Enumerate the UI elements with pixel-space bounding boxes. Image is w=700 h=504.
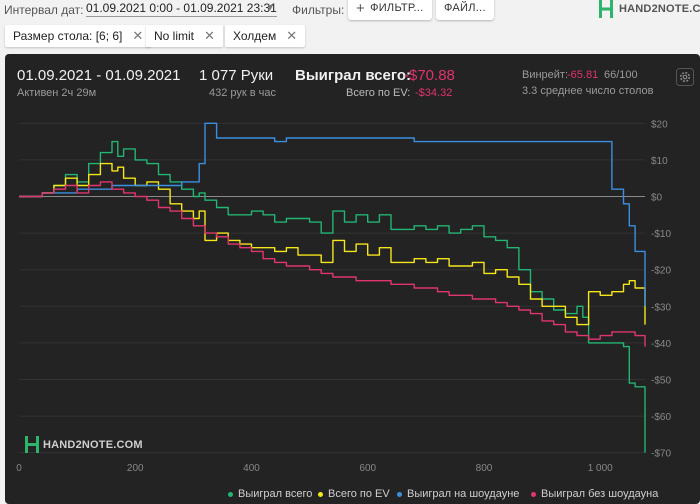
y-tick-label: $10 xyxy=(651,156,668,167)
series-line-0 xyxy=(19,140,646,453)
x-tick-label: 400 xyxy=(243,463,260,474)
legend-item-showdown[interactable]: Выиграл на шоудауне xyxy=(397,488,519,500)
filter-chips: Размер стола: [6; 6] ✕ No limit ✕ Холдем… xyxy=(0,22,700,50)
x-tick-label: 1 000 xyxy=(588,463,613,474)
x-tick-label: 200 xyxy=(127,463,144,474)
y-tick-label: -$70 xyxy=(651,449,671,460)
y-tick-label: -$30 xyxy=(651,302,671,313)
x-tick-label: 800 xyxy=(476,463,493,474)
date-interval-picker[interactable]: 01.09.2021 0:00 - 01.09.2021 23:31 xyxy=(86,1,277,17)
close-icon[interactable]: ✕ xyxy=(286,28,297,44)
results-panel: 01.09.2021 - 01.09.2021 Активен 2ч 29м 1… xyxy=(5,54,700,504)
y-tick-label: $20 xyxy=(651,119,668,130)
y-tick-label: -$40 xyxy=(651,339,671,350)
hand2note-logo: HAND2NOTE.COM xyxy=(598,0,700,18)
date-interval-label: Интервал дат: xyxy=(4,3,84,17)
legend-label: Выиграл без шоудауна xyxy=(541,488,659,500)
filter-chip-game[interactable]: Холдем ✕ xyxy=(225,25,306,47)
file-button-label: ФАЙЛ... xyxy=(444,2,486,14)
filter-chip-label: Холдем xyxy=(233,29,277,43)
file-button[interactable]: ФАЙЛ... xyxy=(436,0,494,20)
close-icon[interactable]: ✕ xyxy=(132,28,143,44)
hand2note-logo-icon xyxy=(599,0,613,18)
legend-label: Выиграл всего xyxy=(238,488,313,500)
series-line-1 xyxy=(19,162,646,326)
y-tick-label: -$60 xyxy=(651,412,671,423)
legend-dot xyxy=(228,491,233,497)
chevron-down-icon[interactable]: ▼ xyxy=(266,2,275,12)
filter-chip-limit[interactable]: No limit ✕ xyxy=(146,25,223,47)
legend-item-non-showdown[interactable]: Выиграл без шоудауна xyxy=(531,488,658,500)
legend-label: Выиграл на шоудауне xyxy=(407,488,520,500)
legend-dot xyxy=(318,491,323,497)
y-tick-label: $0 xyxy=(651,193,663,204)
legend-item-ev[interactable]: Всего по EV xyxy=(318,488,390,500)
filter-chip-label: No limit xyxy=(154,29,195,43)
x-tick-label: 600 xyxy=(359,463,376,474)
plus-icon: + xyxy=(356,0,366,17)
filter-chip-table-size[interactable]: Размер стола: [6; 6] ✕ xyxy=(5,25,152,47)
add-filter-label: ФИЛЬТР... xyxy=(370,2,424,14)
watermark-text: HAND2NOTE.COM xyxy=(43,438,143,451)
series-line-3 xyxy=(19,181,646,347)
y-tick-label: -$10 xyxy=(651,229,671,240)
hand2note-logo-icon xyxy=(25,436,39,453)
toolbar: Интервал дат: 01.09.2021 0:00 - 01.09.20… xyxy=(0,0,700,22)
legend-item-total[interactable]: Выиграл всего xyxy=(228,488,312,500)
x-tick-label: 0 xyxy=(16,463,22,474)
filter-chip-label: Размер стола: [6; 6] xyxy=(13,29,123,43)
series-line-2 xyxy=(19,122,646,307)
hand2note-logo-text: HAND2NOTE.COM xyxy=(619,3,700,15)
y-tick-label: -$50 xyxy=(651,375,671,386)
legend-label: Всего по EV xyxy=(328,488,390,500)
filters-label: Фильтры: xyxy=(292,3,345,17)
close-icon[interactable]: ✕ xyxy=(204,28,215,44)
add-filter-button[interactable]: + ФИЛЬТР... xyxy=(348,0,432,20)
y-tick-label: -$20 xyxy=(651,266,671,277)
legend-dot xyxy=(397,491,402,497)
hand2note-watermark: HAND2NOTE.COM xyxy=(25,436,143,453)
legend-dot xyxy=(531,491,536,497)
